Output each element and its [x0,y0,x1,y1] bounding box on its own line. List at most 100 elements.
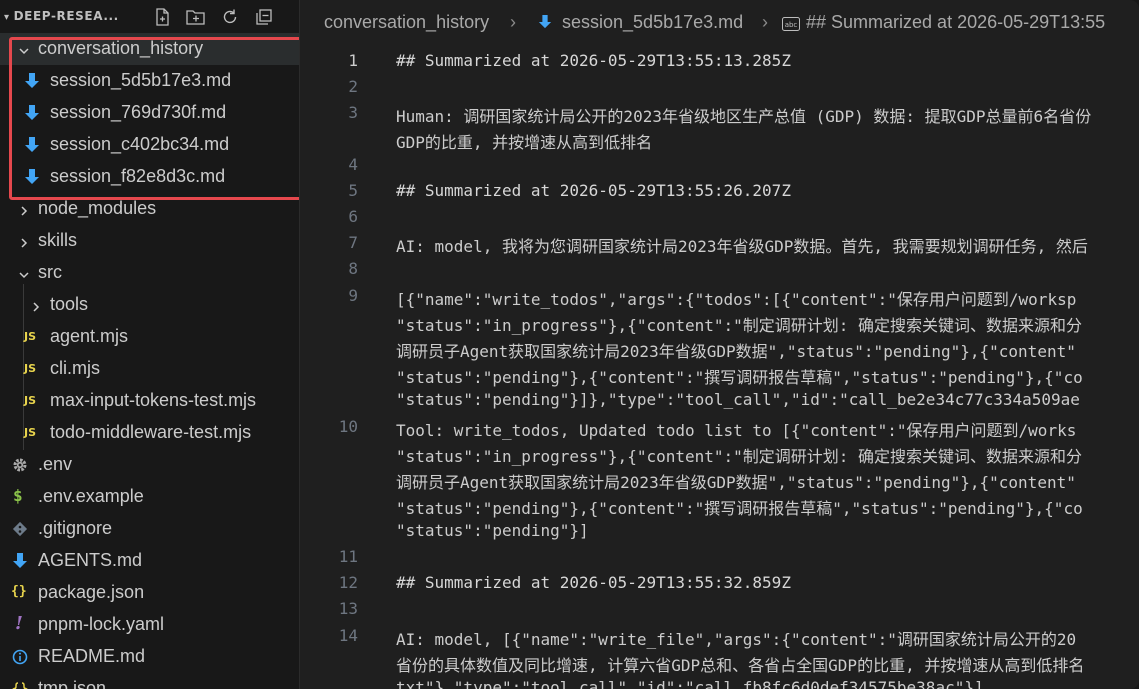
code-line: "status":"pending"},{"content":"撰写调研报告草稿… [396,499,1083,518]
tree-item-label: todo-middleware-test.mjs [50,422,252,442]
markdown-file-icon [12,552,28,570]
tree-item-label: agent.mjs [50,326,129,346]
editor-scrollbar[interactable] [1131,46,1139,689]
tree-file-cli-mjs[interactable]: JS cli.mjs [0,353,299,385]
explorer-title[interactable]: ▾ DEEP-RESEA... [4,9,119,23]
code-line: Human: 调研国家统计局公开的2023年省级地区生产总值 (GDP) 数据:… [396,107,1092,126]
tree-item-label: tools [50,294,89,314]
line-number: 8 [348,259,358,278]
tree-folder-skills[interactable]: skills [0,225,299,257]
javascript-file-icon: JS [24,394,37,407]
code-line: "status":"pending"}]},"type":"tool_call"… [396,390,1080,409]
breadcrumb-file[interactable]: session_5d5b17e3.md [562,12,743,33]
explorer-sidebar: ▾ DEEP-RESEA... conversation_history ses… [0,0,300,689]
tree-file-todo-middleware-test[interactable]: JS todo-middleware-test.mjs [0,417,299,449]
tree-item-label: cli.mjs [50,358,100,378]
line-number: 13 [338,599,358,618]
new-file-icon[interactable] [152,7,172,27]
svg-text:abc: abc [785,21,798,29]
collapse-all-icon[interactable] [254,7,274,27]
chevron-down-icon: ▾ [4,12,10,23]
tree-file-env[interactable]: .env [0,449,299,481]
tree-file-readme[interactable]: README.md [0,641,299,673]
code-line: "status":"pending"}] [396,521,589,540]
tree-item-label: package.json [38,582,145,602]
new-folder-icon[interactable] [185,7,205,27]
tree-item-label: .env.example [38,486,144,506]
symbol-string-icon: abc [782,15,800,36]
chevron-right-icon: › [762,12,768,32]
code-line: 调研员子Agent获取国家统计局2023年省级GDP数据","status":"… [396,473,1076,492]
code-line: "status":"pending"},{"content":"撰写调研报告草稿… [396,368,1083,387]
chevron-right-icon: › [510,12,516,32]
tree-file-env-example[interactable]: $ .env.example [0,481,299,513]
code-line: [{"name":"write_todos","args":{"todos":[… [396,290,1077,309]
workspace-name: DEEP-RESEA... [13,9,119,23]
javascript-file-icon: JS [24,330,37,343]
refresh-icon[interactable] [220,7,240,27]
breadcrumb-folder[interactable]: conversation_history [324,12,489,33]
code-line: "status":"in_progress"},{"content":"制定调研… [396,447,1083,466]
code-line: AI: model, [{"name":"write_file","args":… [396,630,1077,649]
code-line: 调研员子Agent获取国家统计局2023年省级GDP数据","status":"… [396,342,1076,361]
tree-item-label: tmp.json [38,678,107,689]
tree-folder-node-modules[interactable]: node_modules [0,193,299,225]
code-line: GDP的比重, 并按增速从高到低排名 [396,133,653,152]
highlight-annotation [9,37,299,200]
yaml-exclamation-icon: ! [15,613,23,634]
tree-folder-tools[interactable]: tools [0,289,299,321]
tree-file-max-input-tokens-test[interactable]: JS max-input-tokens-test.mjs [0,385,299,417]
line-number: 11 [338,547,358,566]
breadcrumb-symbol[interactable]: ## Summarized at 2026-05-29T13:55 [806,12,1105,33]
tree-folder-src[interactable]: src [0,257,299,289]
vscode-window: ▾ DEEP-RESEA... conversation_history ses… [0,0,1139,689]
code-line: ## Summarized at 2026-05-29T13:55:13.285… [396,51,791,70]
explorer-header: ▾ DEEP-RESEA... [0,0,299,34]
gear-icon [12,456,28,474]
line-number: 7 [348,233,358,252]
tree-file-pnpm-lock[interactable]: ! pnpm-lock.yaml [0,609,299,641]
tree-item-label: README.md [38,646,146,666]
code-line: "status":"in_progress"},{"content":"制定调研… [396,316,1083,335]
line-number: 12 [338,573,358,592]
dollar-icon: $ [13,486,23,505]
code-line: ## Summarized at 2026-05-29T13:55:26.207… [396,181,791,200]
tree-file-tmp-json[interactable]: tmp.json [0,673,299,689]
javascript-file-icon: JS [24,426,37,439]
tree-item-label: max-input-tokens-test.mjs [50,390,257,410]
tree-item-label: pnpm-lock.yaml [38,614,165,634]
tree-file-agents-md[interactable]: AGENTS.md [0,545,299,577]
breadcrumb: conversation_history › session_5d5b17e3.… [300,0,1139,46]
code-line: ## Summarized at 2026-05-29T13:55:32.859… [396,573,791,592]
line-number: 2 [348,77,358,96]
info-icon [12,648,28,666]
line-number: 5 [348,181,358,200]
markdown-file-icon [538,14,552,35]
code-line: AI: model, 我将为您调研国家统计局2023年省级GDP数据。首先, 我… [396,237,1088,256]
tree-file-gitignore[interactable]: .gitignore [0,513,299,545]
tree-item-label: .gitignore [38,518,113,538]
tree-item-label: src [38,262,62,282]
line-number: 14 [338,626,358,645]
code-line: 省份的具体数值及同比增速, 计算六省GDP总和、各省占全国GDP的比重, 并按增… [396,656,1085,675]
chevron-right-icon [18,234,30,248]
tree-item-label: .env [38,454,73,474]
tree-item-label: skills [38,230,77,250]
line-number: 9 [348,286,358,305]
tree-item-label: node_modules [38,198,157,218]
javascript-file-icon: JS [24,362,37,375]
line-number: 3 [348,103,358,122]
chevron-down-icon [18,266,30,280]
tree-file-agent-mjs[interactable]: JS agent.mjs [0,321,299,353]
editor-pane[interactable]: conversation_history › session_5d5b17e3.… [300,0,1139,689]
line-number: 10 [338,417,358,436]
chevron-right-icon [18,202,30,216]
chevron-right-icon [30,298,42,312]
json-braces-icon: {} [11,584,27,599]
line-number: 1 [348,51,358,70]
code-line: Tool: write_todos, Updated todo list to … [396,421,1077,440]
tree-file-package-json[interactable]: {} package.json [0,577,299,609]
line-number: 4 [348,155,358,174]
code-line: txt"},"type":"tool_call","id":"call_fb8f… [396,678,984,689]
git-icon [12,520,28,538]
